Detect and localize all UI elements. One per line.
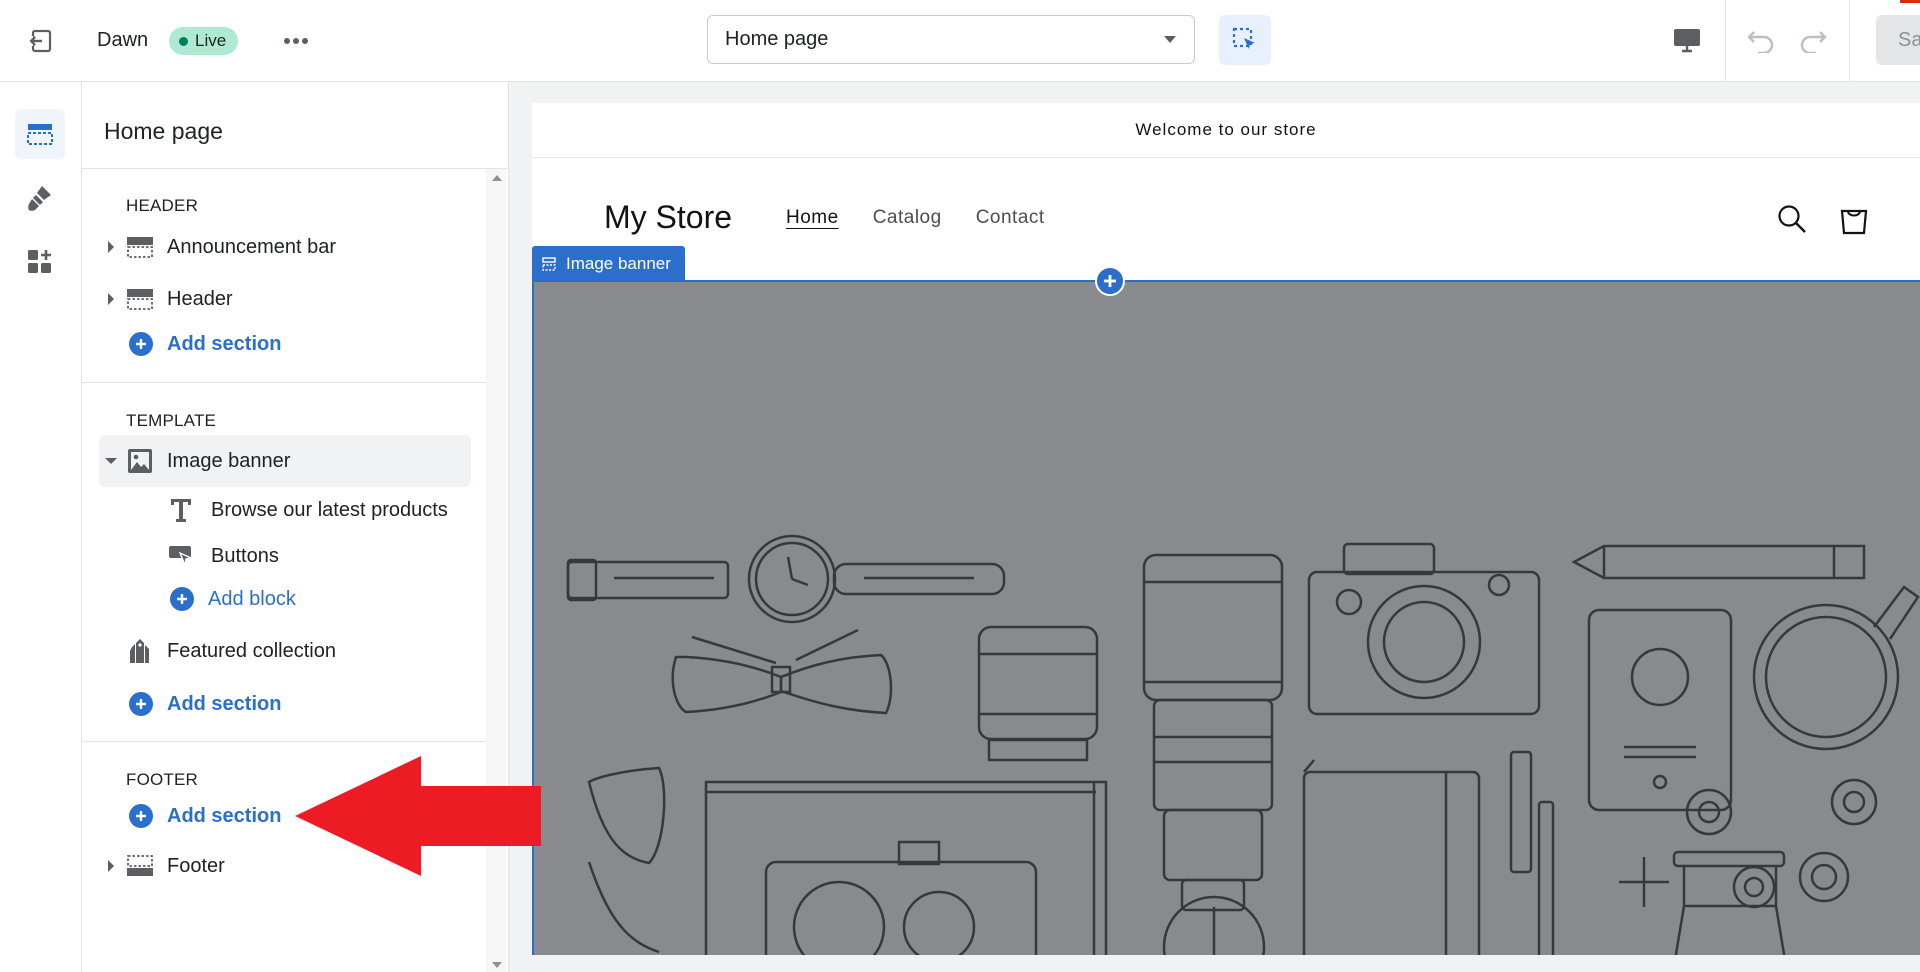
block-item-buttons[interactable]: Buttons [165, 534, 279, 578]
toolbar-divider [1849, 0, 1850, 81]
exit-icon [28, 29, 52, 53]
caret-right-icon[interactable] [99, 293, 123, 305]
selected-section-tag-label: Image banner [566, 253, 671, 273]
toolbar-divider [1725, 0, 1726, 81]
desktop-icon [1674, 29, 1700, 53]
selected-section-tag[interactable]: Image banner [532, 246, 685, 281]
storefront-preview: Welcome to our store My Store Home Catal… [532, 103, 1920, 955]
plus-circle-icon [129, 692, 153, 716]
store-search-button[interactable] [1772, 199, 1812, 239]
add-section-label: Add section [167, 692, 282, 715]
plus-icon [1104, 275, 1116, 287]
chevron-down-icon [1164, 36, 1176, 43]
scroll-up-icon[interactable] [492, 175, 502, 181]
store-logo[interactable]: My Store [604, 199, 732, 236]
footer-section-icon [123, 854, 157, 878]
save-button[interactable]: Sa [1876, 15, 1920, 65]
undo-icon [1747, 31, 1774, 53]
sections-icon [27, 124, 53, 145]
select-cursor-icon [1232, 27, 1255, 49]
ellipsis-icon [284, 38, 308, 44]
inspector-toggle-button[interactable] [1219, 15, 1271, 65]
block-item-browse-products[interactable]: Browse our latest products [165, 488, 448, 532]
block-item-label: Browse our latest products [211, 498, 448, 521]
sidebar-item-label: Image banner [167, 449, 291, 472]
live-dot-icon [179, 36, 188, 46]
undo-button[interactable] [1741, 20, 1781, 60]
header-add-section-button[interactable]: Add section [129, 326, 281, 362]
sidebar-item-announcement-bar[interactable]: Announcement bar [99, 222, 471, 272]
sidebar-item-featured-collection[interactable]: Featured collection [99, 626, 471, 676]
page-selector-value: Home page [725, 28, 829, 50]
banner-illustration [566, 534, 1920, 955]
desktop-view-button[interactable] [1667, 20, 1707, 60]
add-section-label: Add section [167, 332, 282, 355]
caret-down-icon[interactable] [99, 457, 123, 465]
add-section-label: Add section [167, 804, 282, 827]
top-bar: Dawn Live Home page Sa [0, 0, 1920, 82]
scroll-down-icon[interactable] [492, 962, 502, 968]
header-group-label: HEADER [126, 196, 199, 215]
store-cart-button[interactable] [1834, 199, 1874, 239]
nav-link-home[interactable]: Home [786, 207, 839, 229]
apps-icon [28, 250, 51, 273]
nav-link-contact[interactable]: Contact [976, 207, 1045, 229]
theme-name: Dawn [97, 29, 149, 51]
exit-button[interactable] [22, 22, 60, 60]
sidebar-title: Home page [104, 118, 223, 144]
red-annotation-arrow-icon [295, 756, 541, 876]
nav-link-catalog[interactable]: Catalog [873, 207, 942, 229]
tag-icon [123, 637, 157, 665]
add-block-button[interactable]: Add block [170, 581, 296, 617]
sections-rail-button[interactable] [15, 109, 65, 159]
sidebar-item-label: Announcement bar [167, 235, 337, 258]
block-item-label: Buttons [211, 544, 279, 567]
section-icon [123, 287, 157, 311]
image-banner-section[interactable] [532, 280, 1920, 955]
redo-button[interactable] [1793, 20, 1833, 60]
template-add-section-button[interactable]: Add section [129, 686, 281, 722]
image-icon [123, 448, 157, 474]
plus-circle-icon [170, 587, 194, 611]
caret-right-icon[interactable] [99, 860, 123, 872]
plus-circle-icon [129, 332, 153, 356]
sidebar-item-label: Footer [167, 854, 225, 877]
add-block-label: Add block [208, 587, 296, 610]
text-icon [165, 497, 197, 523]
save-indicator [1900, 0, 1920, 3]
divider [82, 741, 486, 742]
store-nav: Home Catalog Contact [786, 207, 1045, 229]
caret-right-icon[interactable] [99, 241, 123, 253]
paintbrush-icon [28, 186, 51, 211]
redo-icon [1800, 31, 1827, 53]
buttons-icon [165, 544, 197, 568]
app-embeds-rail-button[interactable] [15, 237, 65, 287]
section-icon [123, 235, 157, 259]
theme-settings-rail-button[interactable] [15, 173, 65, 223]
cart-icon [1840, 209, 1868, 235]
live-badge-label: Live [195, 31, 227, 50]
search-icon [1778, 205, 1806, 233]
sidebar-item-label: Header [167, 287, 233, 310]
sidebar-item-label: Featured collection [167, 639, 336, 662]
divider [82, 382, 486, 383]
insert-section-button[interactable] [1095, 266, 1125, 296]
drag-handle-icon [542, 256, 556, 271]
live-badge: Live [169, 27, 239, 55]
footer-group-label: FOOTER [126, 770, 199, 789]
sidebar-item-image-banner[interactable]: Image banner [99, 435, 471, 487]
left-rail [0, 82, 82, 972]
divider [82, 168, 508, 169]
more-actions-button[interactable] [276, 22, 316, 60]
announcement-bar[interactable]: Welcome to our store [532, 103, 1920, 158]
template-group-label: TEMPLATE [126, 411, 217, 430]
page-selector[interactable]: Home page [707, 15, 1195, 64]
footer-add-section-button[interactable]: Add section [129, 798, 281, 834]
sidebar-item-header[interactable]: Header [99, 274, 471, 324]
plus-circle-icon [129, 804, 153, 828]
